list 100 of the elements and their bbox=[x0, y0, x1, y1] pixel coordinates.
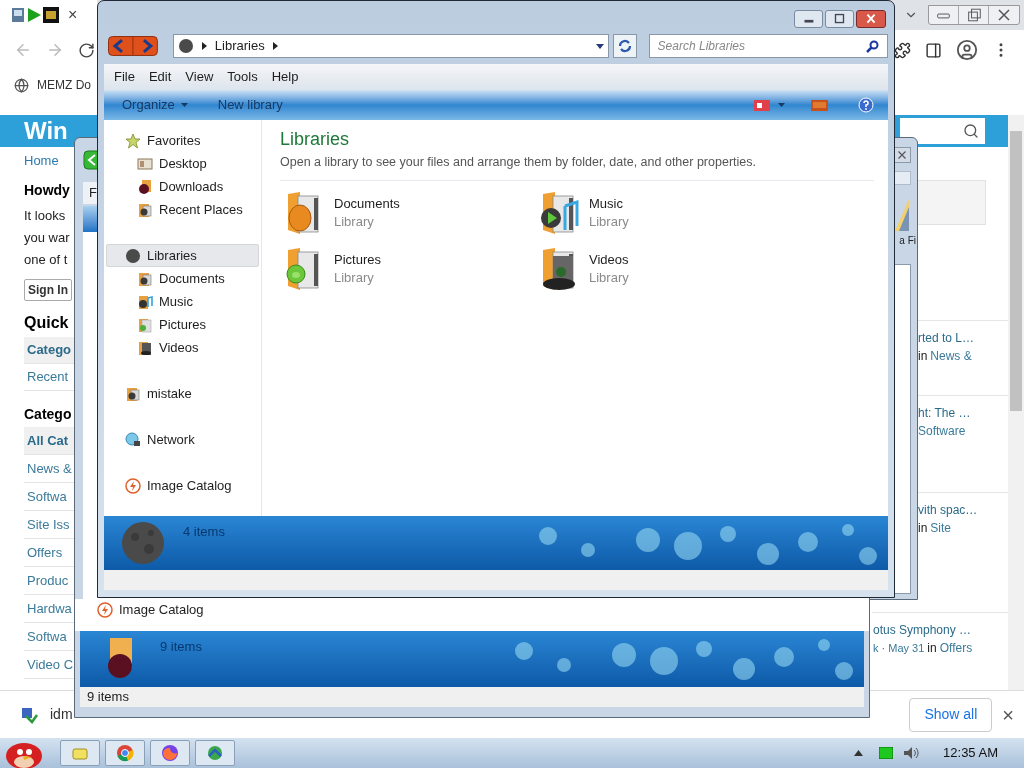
menu-item[interactable]: Tools bbox=[227, 67, 258, 87]
browser-tab[interactable]: × bbox=[0, 0, 97, 30]
network-icon bbox=[125, 431, 141, 448]
news-category-link[interactable]: Site bbox=[930, 519, 952, 537]
menu-item[interactable]: File bbox=[114, 67, 135, 87]
nav-item[interactable]: Desktop bbox=[106, 152, 259, 175]
news-category-link[interactable]: Software bbox=[918, 422, 966, 440]
library-type: Library bbox=[334, 268, 375, 287]
news-title[interactable]: ht: The … bbox=[918, 404, 1008, 422]
news-category-link[interactable]: News & bbox=[930, 347, 972, 365]
library-name: Pictures bbox=[334, 250, 381, 269]
news-meta: k · May 31 bbox=[873, 641, 925, 656]
scrollbar[interactable] bbox=[1008, 115, 1024, 690]
caret-icon[interactable] bbox=[778, 103, 785, 107]
nav-item[interactable]: Videos bbox=[106, 336, 259, 359]
library-item[interactable]: Videos Library bbox=[535, 245, 790, 292]
menu-item[interactable]: Edit bbox=[148, 67, 172, 87]
page-description: Open a library to see your files and arrange them by folder, date, and other properties. bbox=[280, 154, 757, 171]
reload-icon[interactable] bbox=[78, 41, 95, 59]
minimize-icon[interactable] bbox=[794, 10, 823, 28]
music-folder-icon bbox=[137, 293, 153, 310]
firefox-icon bbox=[161, 744, 179, 762]
back-forward-arrows-icon[interactable] bbox=[108, 36, 158, 56]
dropdown-arrow-icon[interactable] bbox=[595, 43, 604, 49]
news-title[interactable]: otus Symphony … bbox=[873, 621, 1008, 639]
profile-icon[interactable] bbox=[956, 39, 978, 61]
extensions-icon[interactable] bbox=[894, 41, 911, 59]
maximize-icon[interactable] bbox=[825, 10, 854, 28]
library-item[interactable]: Documents Library bbox=[280, 189, 535, 236]
category-link[interactable]: All Cat bbox=[24, 427, 74, 455]
desktop-icon bbox=[137, 155, 153, 172]
download-file-icon bbox=[20, 705, 38, 724]
nav-item[interactable]: Network bbox=[106, 428, 259, 451]
library-type: Library bbox=[589, 212, 629, 231]
breadcrumb[interactable]: Libraries bbox=[214, 36, 265, 56]
folder-icon bbox=[137, 270, 153, 287]
close-icon[interactable] bbox=[856, 10, 886, 28]
site-search-field[interactable] bbox=[900, 118, 985, 144]
nav-item[interactable]: Documents bbox=[106, 267, 259, 290]
nav-item[interactable]: Recent Places bbox=[106, 198, 259, 221]
menu-item[interactable]: View bbox=[185, 67, 214, 87]
library-item[interactable]: Music Library bbox=[535, 189, 790, 236]
library-name: Documents bbox=[334, 194, 400, 213]
menu-item[interactable]: F bbox=[89, 183, 97, 203]
nav-item[interactable]: Pictures bbox=[106, 313, 259, 336]
refresh-button[interactable] bbox=[612, 34, 637, 58]
breadcrumb-arrow-icon[interactable] bbox=[201, 42, 207, 50]
download-file-name[interactable]: idm bbox=[50, 704, 73, 725]
taskbar-button[interactable] bbox=[150, 740, 190, 766]
view-icon[interactable] bbox=[754, 99, 770, 111]
breadcrumb-arrow-icon[interactable] bbox=[272, 42, 278, 50]
globe-icon bbox=[14, 77, 29, 93]
news-title[interactable]: vith spac… bbox=[918, 501, 1008, 519]
disc-icon bbox=[125, 247, 141, 264]
address-bar[interactable]: Libraries bbox=[172, 34, 609, 58]
library-name: Music bbox=[589, 194, 624, 213]
home-link[interactable]: Home bbox=[24, 147, 74, 175]
nav-item[interactable]: mistake bbox=[106, 382, 259, 405]
nav-item[interactable]: Music bbox=[106, 290, 259, 313]
intro-text: one of t bbox=[24, 251, 69, 270]
item-label: a Fi bbox=[899, 234, 916, 248]
clock[interactable]: 12:35 AM bbox=[943, 743, 998, 763]
news-title[interactable]: rted to L… bbox=[918, 329, 1008, 347]
close-button[interactable]: × bbox=[1002, 699, 1014, 730]
library-item[interactable]: Pictures Library bbox=[280, 245, 535, 292]
chrome-icon bbox=[116, 744, 134, 762]
taskbar-button[interactable] bbox=[195, 740, 235, 766]
quick-heading: Quick bbox=[24, 313, 70, 333]
news-prefix: in bbox=[918, 348, 928, 365]
bookmark-link[interactable]: MEMZ Do bbox=[37, 76, 91, 94]
tray-expand-icon[interactable] bbox=[854, 750, 864, 756]
side-panel-icon[interactable] bbox=[925, 41, 942, 59]
news-prefix: in bbox=[918, 520, 928, 537]
search-input: Search Libraries bbox=[657, 37, 866, 55]
nav-item[interactable]: Downloads bbox=[106, 175, 259, 198]
search-field[interactable]: Search Libraries bbox=[648, 34, 888, 58]
speaker-icon[interactable] bbox=[903, 746, 920, 760]
lightning-icon bbox=[125, 477, 141, 494]
cone-icon bbox=[893, 197, 911, 233]
menu-item[interactable]: Help bbox=[271, 67, 299, 87]
tab-close-button[interactable]: × bbox=[68, 3, 78, 27]
quick-link[interactable]: Catego bbox=[24, 337, 74, 364]
battery-icon[interactable] bbox=[879, 747, 894, 759]
sign-in-button[interactable]: Sign In bbox=[24, 279, 72, 301]
moon-icon bbox=[121, 521, 165, 565]
nav-item[interactable]: Libraries bbox=[106, 244, 259, 267]
nav-item[interactable]: Favorites bbox=[106, 129, 259, 152]
news-category-link[interactable]: Offers bbox=[939, 639, 973, 657]
status-text: 9 items bbox=[87, 688, 129, 707]
favicon-icon bbox=[43, 7, 59, 23]
refresh-icon bbox=[617, 39, 632, 53]
show-all-button[interactable]: Show all bbox=[909, 697, 993, 732]
caret-icon bbox=[180, 103, 188, 107]
library-type: Library bbox=[589, 268, 629, 287]
nav-item[interactable]: Image Catalog bbox=[97, 600, 204, 620]
nav-item[interactable]: Image Catalog bbox=[106, 474, 259, 497]
greeting-heading: Howdy bbox=[24, 180, 71, 200]
categories-heading: Catego bbox=[24, 404, 73, 424]
help-icon[interactable] bbox=[858, 97, 874, 113]
taskbar-button[interactable] bbox=[105, 740, 145, 766]
